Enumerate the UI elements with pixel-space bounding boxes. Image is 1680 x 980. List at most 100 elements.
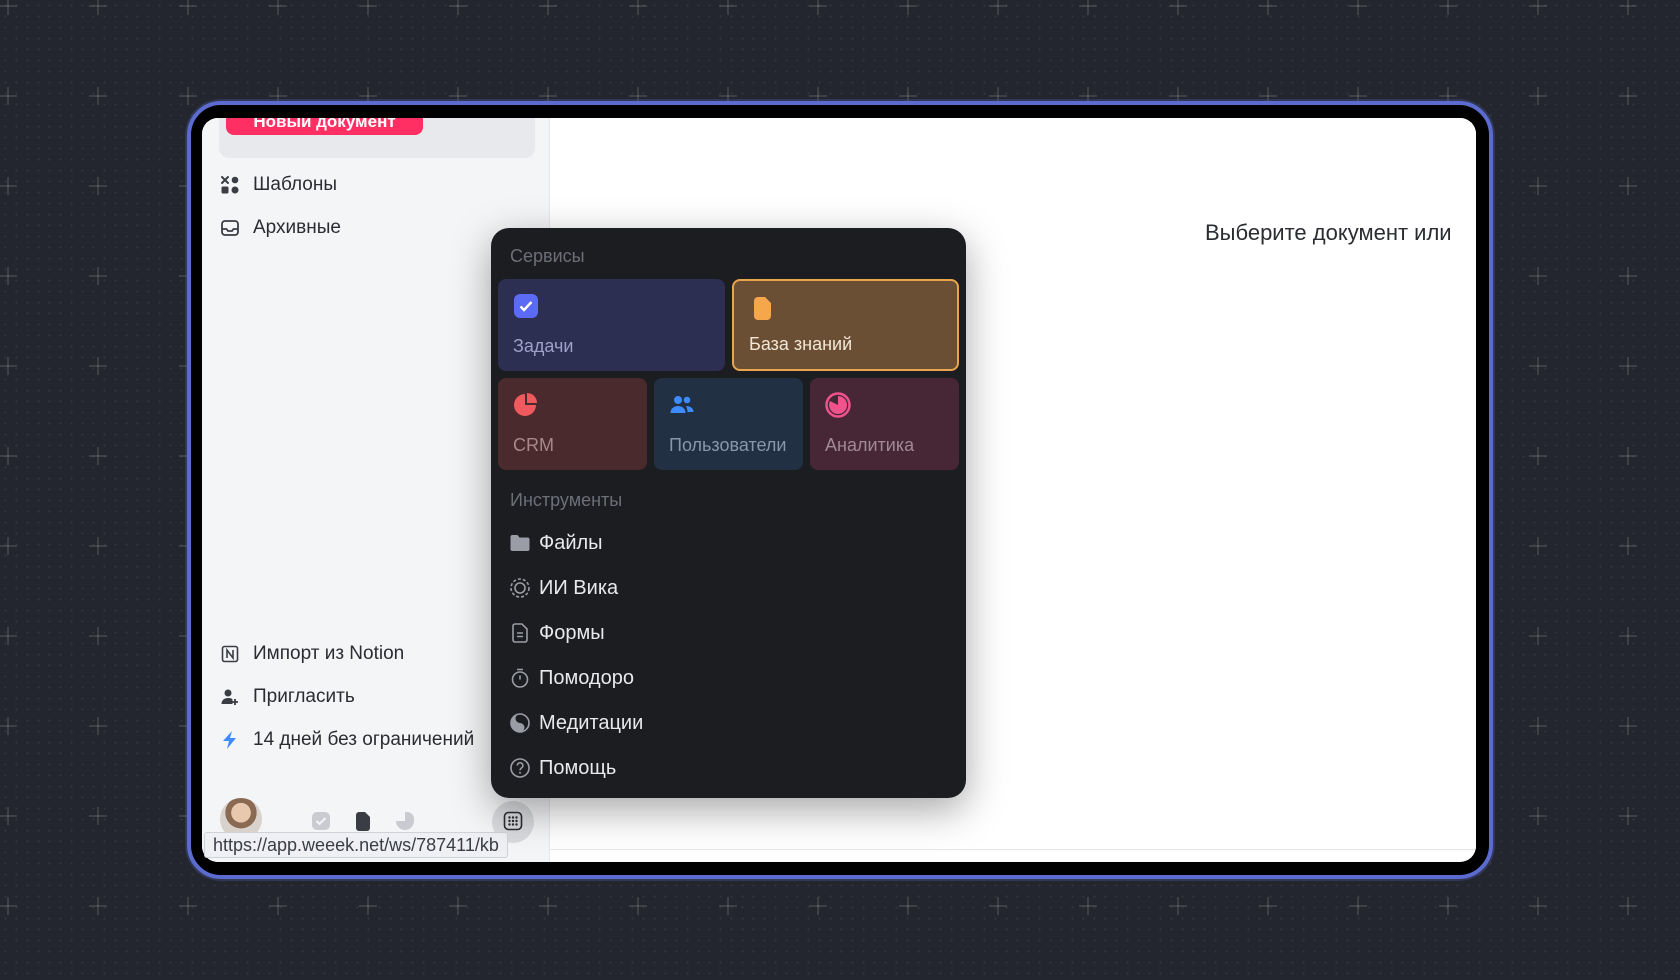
plus-mark bbox=[1079, 0, 1097, 15]
plus-mark bbox=[539, 0, 557, 15]
service-tile-users[interactable]: Пользователи bbox=[654, 378, 803, 470]
new-document-button[interactable]: Новый документ bbox=[226, 118, 423, 135]
plus-mark bbox=[1529, 537, 1547, 555]
tool-label: Помодоро bbox=[539, 666, 634, 689]
plus-mark bbox=[0, 0, 17, 15]
plus-mark bbox=[1529, 807, 1547, 825]
plus-mark bbox=[269, 0, 287, 15]
sidebar-item-invite[interactable]: Пригласить bbox=[218, 679, 355, 715]
plus-mark bbox=[0, 87, 17, 105]
plus-mark bbox=[1169, 897, 1187, 915]
tool-item-meditation[interactable]: Медитации bbox=[509, 707, 643, 739]
tool-label: Формы bbox=[539, 621, 605, 644]
plus-mark bbox=[89, 627, 107, 645]
crm-mini-icon[interactable] bbox=[394, 810, 416, 832]
plus-mark bbox=[0, 447, 17, 465]
plus-mark bbox=[899, 0, 917, 15]
help-icon bbox=[509, 757, 531, 779]
plus-mark bbox=[89, 897, 107, 915]
service-label: CRM bbox=[513, 435, 554, 455]
plus-mark bbox=[0, 267, 17, 285]
plus-mark bbox=[0, 807, 17, 825]
plus-mark bbox=[539, 897, 557, 915]
plus-mark bbox=[89, 717, 107, 735]
plus-mark bbox=[719, 897, 737, 915]
plus-mark bbox=[269, 897, 287, 915]
tasks-mini-icon[interactable] bbox=[310, 810, 332, 832]
plus-mark bbox=[89, 357, 107, 375]
sidebar-item-label: 14 дней без ограничений bbox=[253, 729, 475, 750]
plus-mark bbox=[89, 267, 107, 285]
service-tile-tasks[interactable]: Задачи bbox=[498, 279, 725, 371]
service-tile-knowledge-base[interactable]: База знаний bbox=[732, 279, 959, 371]
plus-mark bbox=[89, 0, 107, 15]
plus-mark bbox=[0, 177, 17, 195]
plus-mark bbox=[1529, 87, 1547, 105]
sidebar-item-archive[interactable]: Архивные bbox=[218, 210, 341, 246]
plus-mark bbox=[0, 717, 17, 735]
plus-mark bbox=[0, 897, 17, 915]
plus-mark bbox=[1619, 897, 1637, 915]
plus-mark bbox=[1349, 0, 1367, 15]
service-label: Пользователи bbox=[669, 435, 787, 455]
tool-item-ai[interactable]: ИИ Вика bbox=[509, 572, 618, 604]
plus-mark bbox=[89, 87, 107, 105]
sidebar-item-label: Шаблоны bbox=[253, 174, 338, 195]
plus-mark bbox=[1619, 267, 1637, 285]
plus-mark bbox=[1619, 87, 1637, 105]
invite-user-icon bbox=[218, 685, 242, 709]
plus-mark bbox=[1619, 0, 1637, 15]
notion-icon bbox=[218, 642, 242, 666]
knowledge-base-mini-icon[interactable] bbox=[352, 810, 374, 832]
templates-icon bbox=[218, 173, 242, 197]
apps-grid-icon bbox=[503, 811, 523, 834]
plus-mark bbox=[449, 897, 467, 915]
plus-mark bbox=[0, 357, 17, 375]
service-label: Аналитика bbox=[825, 435, 915, 455]
folder-icon bbox=[509, 532, 531, 554]
sidebar-item-notion-import[interactable]: Импорт из Notion bbox=[218, 636, 404, 672]
plus-mark bbox=[989, 0, 1007, 15]
users-icon bbox=[669, 392, 695, 418]
plus-mark bbox=[89, 807, 107, 825]
plus-mark bbox=[1079, 897, 1097, 915]
plus-mark bbox=[1619, 807, 1637, 825]
tool-item-help[interactable]: Помощь bbox=[509, 752, 616, 784]
pie-chart-icon bbox=[513, 392, 539, 418]
service-tile-crm[interactable]: CRM bbox=[498, 378, 647, 470]
lightning-icon bbox=[218, 728, 242, 752]
plus-mark bbox=[1439, 0, 1457, 15]
services-title: Сервисы bbox=[510, 246, 585, 266]
plus-mark bbox=[1529, 357, 1547, 375]
tool-item-files[interactable]: Файлы bbox=[509, 527, 603, 559]
plus-mark bbox=[359, 0, 377, 15]
tool-item-forms[interactable]: Формы bbox=[509, 617, 605, 649]
plus-mark bbox=[1259, 0, 1277, 15]
plus-mark bbox=[809, 0, 827, 15]
empty-state-message: Выберите документ или bbox=[1205, 220, 1452, 245]
plus-mark bbox=[1529, 267, 1547, 285]
sidebar-item-templates[interactable]: Шаблоны bbox=[218, 167, 337, 203]
service-tile-analytics[interactable]: Аналитика bbox=[810, 378, 959, 470]
plus-mark bbox=[1619, 357, 1637, 375]
sidebar-item-trial[interactable]: 14 дней без ограничений bbox=[218, 722, 474, 758]
plus-mark bbox=[179, 87, 197, 105]
plus-mark bbox=[1169, 0, 1187, 15]
plus-mark bbox=[1619, 447, 1637, 465]
plus-mark bbox=[89, 177, 107, 195]
plus-mark bbox=[809, 897, 827, 915]
plus-mark bbox=[1619, 537, 1637, 555]
plus-mark bbox=[1349, 897, 1367, 915]
plus-mark bbox=[1619, 177, 1637, 195]
plus-mark bbox=[1529, 447, 1547, 465]
tool-label: ИИ Вика bbox=[539, 576, 619, 599]
checkbox-icon bbox=[513, 293, 539, 319]
plus-mark bbox=[1529, 897, 1547, 915]
analytics-icon bbox=[825, 392, 851, 418]
plus-mark bbox=[629, 0, 647, 15]
service-label: База знаний bbox=[749, 334, 853, 354]
tools-title: Инструменты bbox=[510, 490, 623, 510]
tool-item-pomodoro[interactable]: Помодоро bbox=[509, 662, 634, 694]
plus-mark bbox=[719, 0, 737, 15]
plus-mark bbox=[449, 0, 467, 15]
